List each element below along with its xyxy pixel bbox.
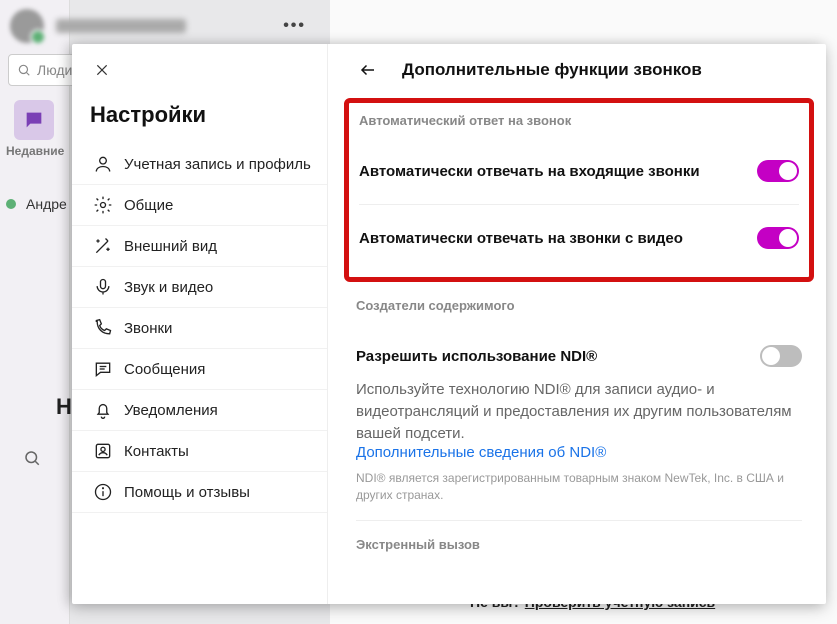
content-header: Дополнительные функции звонков <box>356 58 802 82</box>
contacts-icon <box>88 441 118 461</box>
settings-title: Настройки <box>90 102 327 128</box>
info-icon <box>88 482 118 502</box>
settings-modal: Настройки Учетная запись и профиль Общие… <box>72 44 826 604</box>
page-title: Дополнительные функции звонков <box>402 60 702 80</box>
search-placeholder: Люди <box>37 62 72 78</box>
settings-sidebar: Настройки Учетная запись и профиль Общие… <box>72 44 328 604</box>
rail-chat-icon[interactable] <box>14 100 54 140</box>
row-auto-video-label: Автоматически отвечать на звонки с видео <box>359 230 757 247</box>
section-auto-answer-label: Автоматический ответ на звонок <box>359 113 799 128</box>
row-ndi-label: Разрешить использование NDI® <box>356 348 760 365</box>
toggle-auto-video[interactable] <box>757 227 799 249</box>
nav-notifications[interactable]: Уведомления <box>72 390 327 431</box>
wand-icon <box>88 236 118 256</box>
highlighted-section: Автоматический ответ на звонок Автоматич… <box>344 98 814 282</box>
toggle-auto-incoming[interactable] <box>757 160 799 182</box>
app-left-rail <box>0 0 70 624</box>
nav-general[interactable]: Общие <box>72 185 327 226</box>
nav-audio-video[interactable]: Звук и видео <box>72 267 327 308</box>
bell-icon <box>88 400 118 420</box>
back-button[interactable] <box>356 58 380 82</box>
phone-icon <box>88 318 118 338</box>
row-auto-answer-video: Автоматически отвечать на звонки с видео <box>359 205 799 271</box>
avatar[interactable] <box>10 9 44 43</box>
person-icon <box>88 154 118 174</box>
presence-dot-icon <box>6 199 16 209</box>
ndi-section: Разрешить использование NDI® Используйте… <box>356 323 802 521</box>
close-button[interactable] <box>90 58 114 82</box>
settings-content: Дополнительные функции звонков Автоматич… <box>328 44 826 604</box>
row-auto-answer-incoming: Автоматически отвечать на входящие звонк… <box>359 138 799 205</box>
chat-icon <box>88 359 118 379</box>
search-icon <box>17 63 31 77</box>
ndi-learn-more-link[interactable]: Дополнительные сведения об NDI® <box>356 444 606 461</box>
row-auto-incoming-label: Автоматически отвечать на входящие звонк… <box>359 163 757 180</box>
nav-contacts[interactable]: Контакты <box>72 431 327 472</box>
recent-contact[interactable]: Андре <box>6 196 67 212</box>
bg-search-icon[interactable] <box>14 440 50 476</box>
nav-help[interactable]: Помощь и отзывы <box>72 472 327 513</box>
more-icon[interactable]: ••• <box>283 17 306 35</box>
ndi-description: Используйте технологию NDI® для записи а… <box>356 379 802 444</box>
nav-calls[interactable]: Звонки <box>72 308 327 349</box>
mic-icon <box>88 277 118 297</box>
user-header: ••• <box>6 6 316 46</box>
nav-appearance[interactable]: Внешний вид <box>72 226 327 267</box>
user-display-name <box>56 19 186 33</box>
recent-contact-name: Андре <box>26 196 67 212</box>
nav-account[interactable]: Учетная запись и профиль <box>72 144 327 185</box>
row-ndi: Разрешить использование NDI® <box>356 323 802 371</box>
recent-label: Недавние <box>6 144 64 158</box>
gear-icon <box>88 195 118 215</box>
toggle-ndi[interactable] <box>760 345 802 367</box>
nav-messages[interactable]: Сообщения <box>72 349 327 390</box>
section-emergency-label: Экстренный вызов <box>356 537 802 552</box>
ndi-trademark: NDI® является зарегистрированным товарны… <box>356 470 802 504</box>
section-creators-label: Создатели содержимого <box>356 298 802 313</box>
